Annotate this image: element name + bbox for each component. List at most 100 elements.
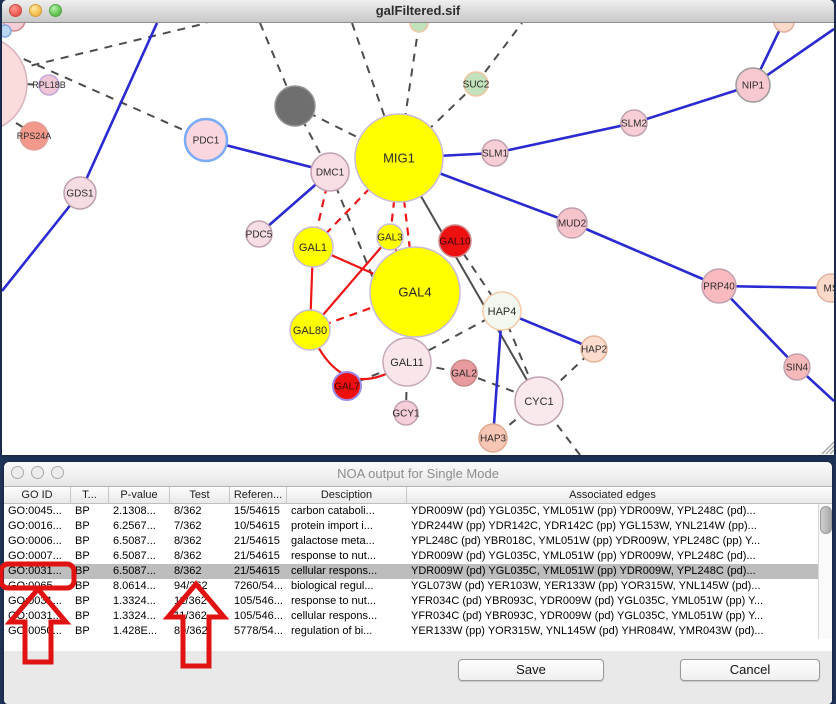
cell: 7/362 [170, 519, 230, 534]
minimize-button[interactable] [29, 4, 42, 17]
edge-dash[interactable] [17, 23, 207, 69]
desktop: { "graph_window": { "title": "galFiltere… [0, 0, 836, 704]
table-row[interactable]: GO:0016...BP6.2567...7/36210/54615protei… [4, 519, 832, 534]
network-canvas[interactable]: RPL18BRPS24AGDS1PDC1PDC5DMC1MIG1SUC2SLM1… [2, 23, 834, 455]
graph-window-titlebar[interactable]: galFiltered.sif [2, 0, 834, 23]
table-row[interactable]: GO:0031...BP6.5087...8/36221/54615cellul… [4, 564, 832, 579]
window-controls [11, 466, 64, 479]
close-button[interactable] [11, 466, 24, 479]
node-label-gal7: GAL7 [334, 382, 360, 393]
edge-blue[interactable] [634, 85, 753, 123]
node-label-gal4: GAL4 [398, 285, 431, 300]
cell: 94/362 [170, 579, 230, 594]
edge-grip[interactable] [826, 446, 834, 454]
node-label-rpl18b: RPL18B [32, 80, 66, 90]
node-label-gal3: GAL3 [377, 233, 403, 244]
save-button[interactable]: Save [458, 659, 604, 681]
table-body: GO:0045...BP2.1308...8/36215/54615carbon… [4, 504, 832, 639]
table-row[interactable]: GO:0050...BP1.428E...80/3625778/54...reg… [4, 624, 832, 639]
cell: protein import i... [287, 519, 407, 534]
column-header-go-id[interactable]: GO ID [4, 487, 71, 503]
cell: 1.3324... [109, 594, 170, 609]
node-label-gal11: GAL11 [390, 357, 423, 369]
cancel-button[interactable]: Cancel [680, 659, 820, 681]
table-header-row: GO IDT...P-valueTestReferen...Desciption… [4, 487, 832, 504]
edge-blue[interactable] [495, 123, 634, 153]
close-button[interactable] [9, 4, 22, 17]
column-header-test[interactable]: Test [170, 487, 230, 503]
cell: 6.5087... [109, 564, 170, 579]
node-label-gal10: GAL10 [439, 237, 471, 248]
cell: cellular respons... [287, 564, 407, 579]
cell: YDR009W (pd) YGL035C, YML051W (pp) YDR00… [407, 504, 818, 519]
cell: 105/546... [230, 594, 287, 609]
edge-blue[interactable] [572, 223, 719, 286]
column-header-referen-[interactable]: Referen... [230, 487, 287, 503]
cell: 21/54615 [230, 549, 287, 564]
window-controls [9, 4, 62, 17]
cell: regulation of bi... [287, 624, 407, 639]
cell: carbon cataboli... [287, 504, 407, 519]
cell: galactose meta... [287, 534, 407, 549]
cell: YFR034C (pd) YBR093C, YDR009W (pd) YGL03… [407, 594, 818, 609]
zoom-button[interactable] [51, 466, 64, 479]
node-label-prp40: PRP40 [703, 282, 735, 293]
network-graph: RPL18BRPS24AGDS1PDC1PDC5DMC1MIG1SUC2SLM1… [2, 23, 834, 455]
cell: GO:0016... [4, 519, 71, 534]
cell: BP [71, 534, 109, 549]
column-header-p-value[interactable]: P-value [109, 487, 170, 503]
node-label-mud2: MUD2 [558, 219, 587, 230]
results-table: GO IDT...P-valueTestReferen...Desciption… [4, 487, 832, 651]
cell: cellular respons... [287, 609, 407, 624]
cell: BP [71, 609, 109, 624]
cell: 21/54615 [230, 564, 287, 579]
cell: BP [71, 504, 109, 519]
minimize-button[interactable] [31, 466, 44, 479]
cell: 1.428E... [109, 624, 170, 639]
node-label-dmc1: DMC1 [316, 168, 345, 179]
cell: 6.5087... [109, 534, 170, 549]
cell: GO:0031... [4, 564, 71, 579]
table-row[interactable]: GO:0065...BP8.0614...94/3627260/54...bio… [4, 579, 832, 594]
cell: YPL248C (pd) YBR018C, YML051W (pp) YDR00… [407, 534, 818, 549]
cell: GO:0050... [4, 624, 71, 639]
table-row[interactable]: GO:0006...BP6.5087...8/36221/54615galact… [4, 534, 832, 549]
column-header-t-[interactable]: T... [71, 487, 109, 503]
noa-window-titlebar[interactable]: NOA output for Single Mode [4, 462, 832, 487]
node-label-suc2: SUC2 [463, 80, 490, 91]
cell: 6.2567... [109, 519, 170, 534]
column-header-desciption[interactable]: Desciption [287, 487, 407, 503]
node-partial[interactable] [774, 23, 794, 32]
edge-grip[interactable] [830, 450, 834, 454]
vertical-scrollbar[interactable] [818, 504, 832, 639]
node-partial[interactable] [2, 36, 27, 132]
cell: 8/362 [170, 549, 230, 564]
cell: 2.1308... [109, 504, 170, 519]
node-partial[interactable] [410, 23, 428, 32]
zoom-button[interactable] [49, 4, 62, 17]
scrollbar-thumb[interactable] [820, 506, 832, 534]
network-view-window: galFiltered.sif RPL18BRPS24AGDS1PDC1PDC5… [2, 0, 834, 455]
table-row[interactable]: GO:0031...BP1.3324...11/362105/546...res… [4, 594, 832, 609]
table-row[interactable]: GO:0007...BP6.5087...8/36221/54615respon… [4, 549, 832, 564]
cell: BP [71, 579, 109, 594]
cell: BP [71, 564, 109, 579]
node-label-rps24a: RPS24A [17, 131, 52, 141]
column-header-associated-edges[interactable]: Associated edges [407, 487, 818, 503]
table-row[interactable]: GO:0045...BP2.1308...8/36215/54615carbon… [4, 504, 832, 519]
node-label-gcy1: GCY1 [392, 409, 420, 420]
node-label-nip1: NIP1 [742, 81, 765, 92]
node-partial[interactable] [2, 25, 11, 37]
cell: biological regul... [287, 579, 407, 594]
cell: 7260/54... [230, 579, 287, 594]
edge-blue[interactable] [2, 193, 80, 291]
cell: GO:0006... [4, 534, 71, 549]
node-partial[interactable] [275, 86, 315, 126]
table-row[interactable]: GO:0031...BP1.3324...11/362105/546...cel… [4, 609, 832, 624]
cell: 105/546... [230, 609, 287, 624]
cell: GO:0065... [4, 579, 71, 594]
cell: 15/54615 [230, 504, 287, 519]
cell: BP [71, 519, 109, 534]
cell: response to nut... [287, 549, 407, 564]
edge-blue[interactable] [80, 23, 157, 193]
